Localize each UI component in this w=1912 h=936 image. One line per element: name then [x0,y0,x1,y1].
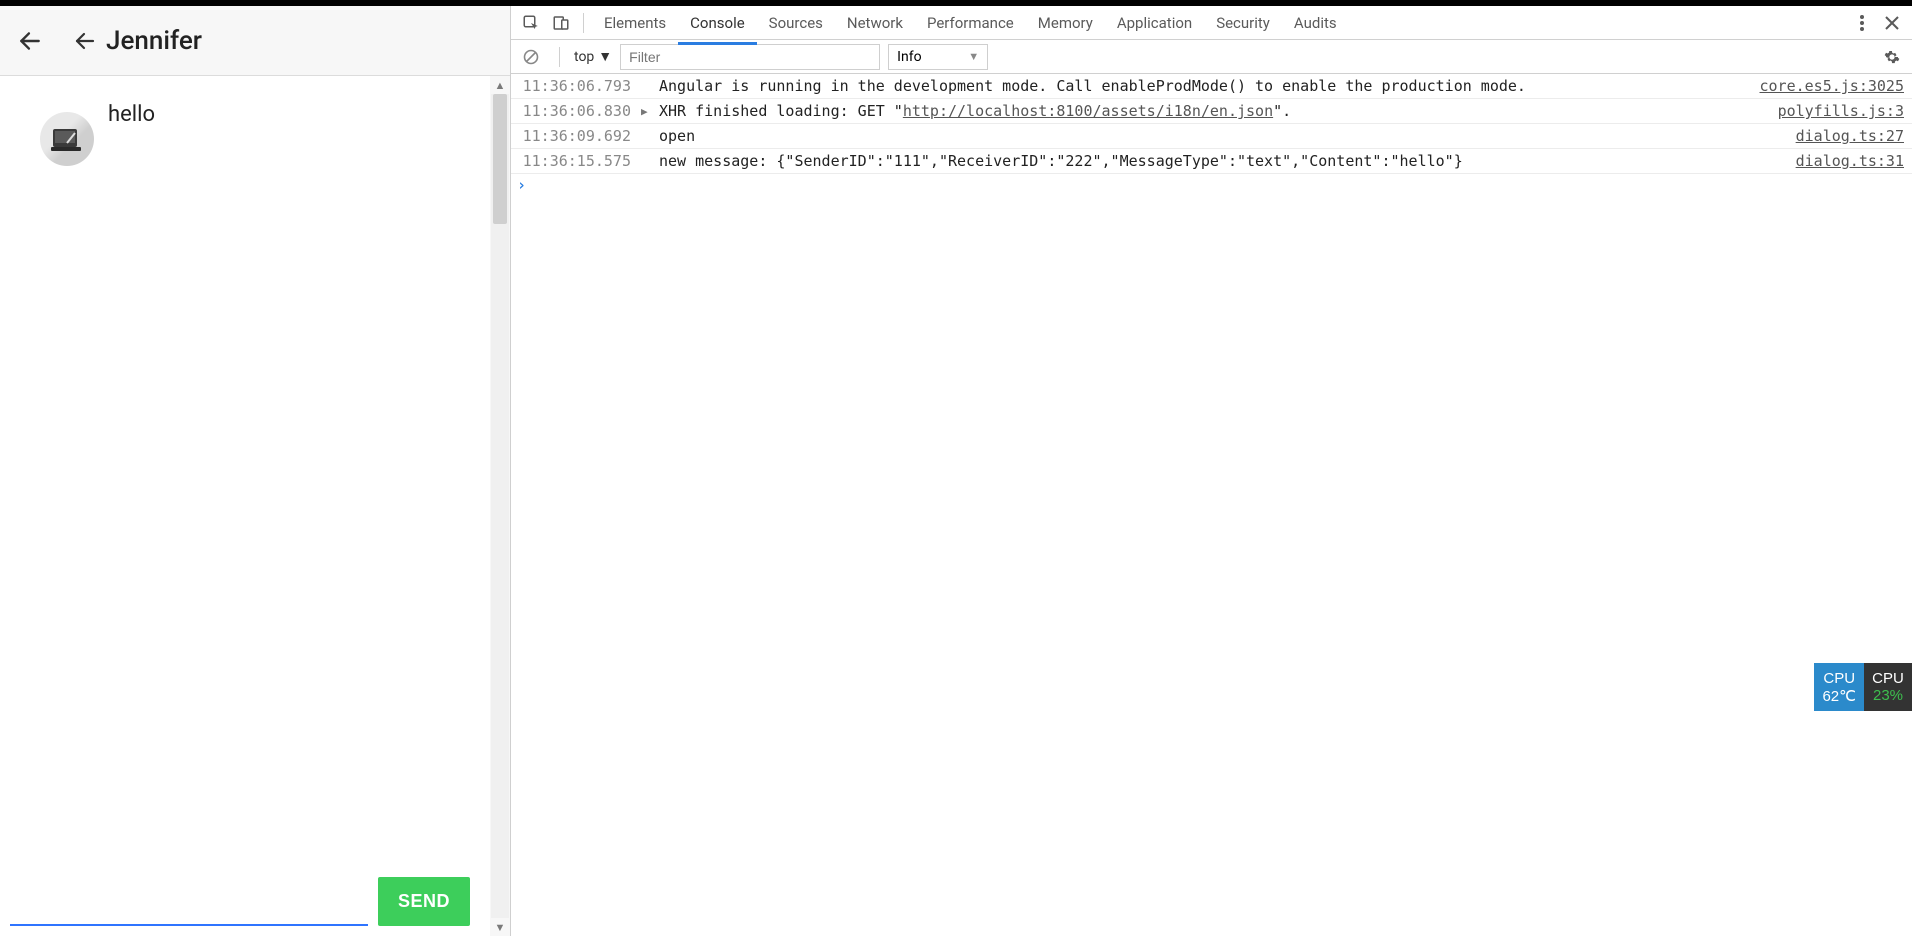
message-list: hello [0,76,490,936]
cpu-temp-cell: CPU 62℃ [1814,663,1864,711]
message-input[interactable] [10,894,368,926]
console-settings-icon[interactable] [1878,43,1906,71]
cpu-temp-label: CPU [1823,670,1855,687]
log-source-link[interactable]: core.es5.js:3025 [1750,77,1905,95]
cpu-temp-value: 62℃ [1822,687,1856,705]
expand-icon [641,127,653,130]
tab-memory[interactable]: Memory [1026,8,1105,38]
scroll-down-button[interactable]: ▼ [491,918,509,936]
browser-back-button[interactable] [10,21,50,61]
scrollbar[interactable]: ▲ ▼ [490,76,510,936]
log-source-link[interactable]: dialog.ts:27 [1786,127,1904,145]
console-input[interactable] [532,176,1906,194]
filter-input[interactable] [620,44,880,70]
expand-icon[interactable]: ▶ [641,102,653,118]
tab-network[interactable]: Network [835,8,915,38]
log-timestamp: 11:36:06.830 [515,102,635,120]
expand-icon [641,77,653,80]
scroll-track[interactable] [491,94,509,918]
chevron-down-icon: ▼ [968,50,979,63]
tab-security[interactable]: Security [1204,8,1282,38]
log-source-link[interactable]: dialog.ts:31 [1786,152,1904,170]
scroll-up-button[interactable]: ▲ [491,76,509,94]
cpu-widget: CPU 62℃ CPU 23% [1814,663,1912,711]
tab-performance[interactable]: Performance [915,8,1026,38]
devtools-tabbar: ElementsConsoleSourcesNetworkPerformance… [511,6,1912,40]
close-devtools-icon[interactable] [1878,9,1906,37]
message-row: hello [40,96,476,166]
prompt-chevron-icon: › [517,176,532,194]
scroll-thumb[interactable] [493,94,507,224]
chat-body: hello ▲ ▼ [0,76,510,936]
log-timestamp: 11:36:15.575 [515,152,635,170]
app-back-button[interactable] [70,21,100,61]
send-button[interactable]: SEND [378,877,470,926]
log-message: XHR finished loading: GET "http://localh… [659,102,1762,120]
chat-app: Jennifer hello ▲ [0,6,510,936]
tab-console[interactable]: Console [678,8,757,38]
chevron-down-icon: ▼ [598,48,612,65]
inspect-icon[interactable] [517,9,545,37]
tab-elements[interactable]: Elements [592,8,678,38]
log-source-link[interactable]: polyfills.js:3 [1768,102,1904,120]
log-message: new message: {"SenderID":"111","Receiver… [659,152,1780,170]
console-log-area: 11:36:06.793 Angular is running in the de… [511,74,1912,936]
log-level-label: Info [897,49,921,65]
cpu-usage-label: CPU [1872,670,1904,687]
cpu-usage-cell: CPU 23% [1864,663,1912,711]
log-timestamp: 11:36:09.692 [515,127,635,145]
tab-sources[interactable]: Sources [757,8,835,38]
log-message: open [659,127,1780,145]
compose-bar: SEND [0,877,480,936]
devtools-panel: ElementsConsoleSourcesNetworkPerformance… [510,6,1912,936]
app-header: Jennifer [0,6,510,76]
context-label: top [574,49,594,65]
tab-application[interactable]: Application [1105,8,1204,38]
console-prompt-row: › [511,174,1912,196]
avatar [40,112,94,166]
message-text: hello [108,96,155,127]
context-selector[interactable]: top ▼ [574,48,612,65]
tab-audits[interactable]: Audits [1282,8,1349,38]
cpu-usage-value: 23% [1873,687,1903,704]
log-message: Angular is running in the development mo… [659,77,1744,95]
clear-console-icon[interactable] [517,43,545,71]
console-toolbar: top ▼ Info ▼ [511,40,1912,74]
log-row: 11:36:15.575 new message: {"SenderID":"11… [511,149,1912,174]
device-toggle-icon[interactable] [547,9,575,37]
log-row: 11:36:09.692 open dialog.ts:27 [511,124,1912,149]
log-row: 11:36:06.793 Angular is running in the de… [511,74,1912,99]
log-level-selector[interactable]: Info ▼ [888,44,988,70]
log-link[interactable]: http://localhost:8100/assets/i18n/en.jso… [903,102,1273,120]
kebab-menu-icon[interactable] [1848,9,1876,37]
log-timestamp: 11:36:06.793 [515,77,635,95]
page-title: Jennifer [106,26,202,56]
expand-icon [641,152,653,155]
log-row: 11:36:06.830 ▶ XHR finished loading: GET "… [511,99,1912,124]
